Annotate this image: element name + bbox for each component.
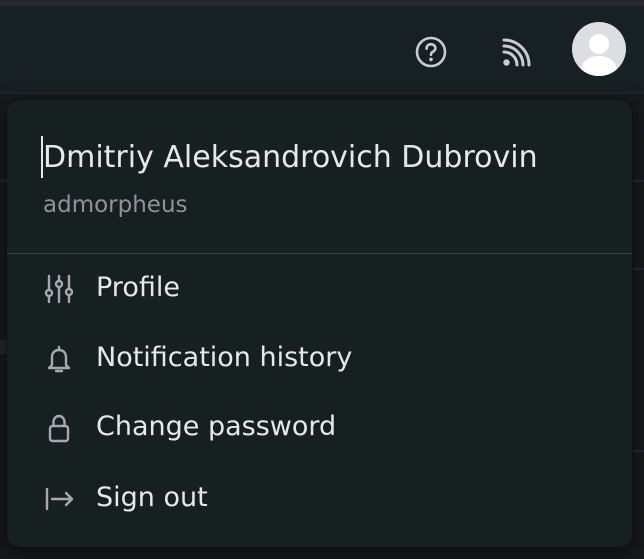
user-avatar-button[interactable]	[572, 22, 626, 76]
sign-out-icon	[43, 483, 75, 515]
background-fragment	[0, 180, 7, 182]
user-full-name: Dmitriy Aleksandrovich Dubrovin	[43, 140, 538, 175]
help-icon[interactable]	[414, 35, 448, 69]
menu-item-profile[interactable]: Profile	[7, 258, 632, 320]
background-fragment	[0, 340, 7, 354]
header-divider	[0, 92, 644, 94]
lock-icon	[43, 412, 75, 444]
bell-icon	[43, 343, 75, 375]
background-fragment	[632, 450, 644, 452]
user-menu-dropdown: Dmitriy Aleksandrovich Dubrovin admorphe…	[7, 100, 632, 547]
menu-divider	[7, 253, 632, 254]
background-fragment	[632, 180, 644, 182]
menu-item-label: Notification history	[96, 342, 353, 373]
menu-item-label: Sign out	[96, 482, 208, 513]
background-fragment	[632, 268, 644, 270]
rss-icon[interactable]	[500, 37, 532, 69]
menu-item-label: Change password	[96, 411, 337, 442]
menu-item-label: Profile	[96, 272, 180, 303]
menu-item-change-password[interactable]: Change password	[7, 397, 632, 459]
user-login: admorpheus	[43, 192, 188, 218]
menu-item-notification-history[interactable]: Notification history	[7, 328, 632, 390]
top-header	[0, 6, 644, 92]
sliders-icon	[43, 273, 75, 305]
app-screen: Dmitriy Aleksandrovich Dubrovin admorphe…	[0, 0, 644, 559]
menu-item-sign-out[interactable]: Sign out	[7, 468, 632, 530]
avatar-icon	[580, 34, 618, 76]
